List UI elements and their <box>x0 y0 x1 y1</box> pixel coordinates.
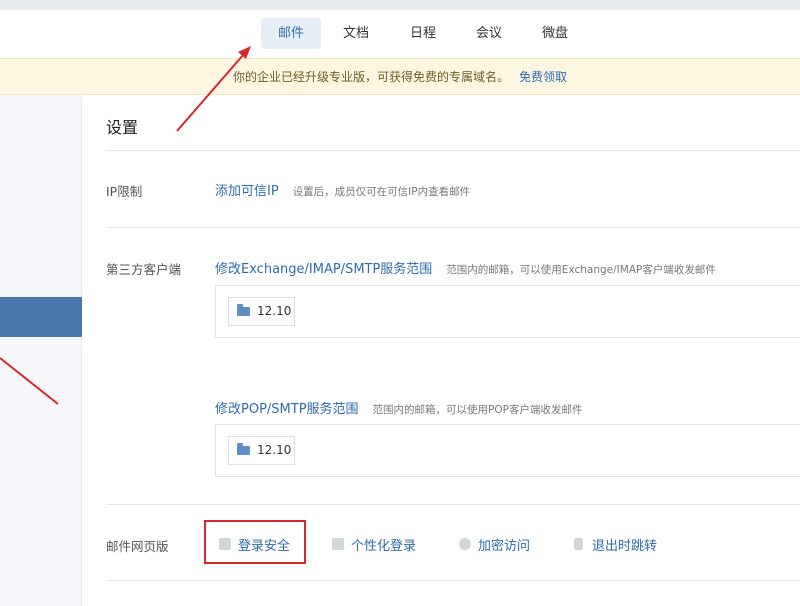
department-tag[interactable]: 12.10 <box>228 436 295 465</box>
tab-meeting[interactable]: 会议 <box>459 18 519 49</box>
folder-icon <box>237 304 250 316</box>
tab-drive[interactable]: 微盘 <box>525 18 585 49</box>
folder-icon <box>237 443 250 455</box>
exit-door-icon <box>574 538 583 550</box>
department-tag[interactable]: 12.10 <box>228 297 295 326</box>
sidebar-item-active[interactable] <box>0 297 82 337</box>
exchange-desc: 范围内的邮箱，可以使用Exchange/IMAP客户端收发邮件 <box>446 264 716 276</box>
ip-desc: 设置后，成员仅可在可信IP内查看邮件 <box>292 186 471 198</box>
third-party-client-label: 第三方客户端 <box>106 262 182 277</box>
encrypted-access-link[interactable]: 加密访问 <box>478 535 530 554</box>
tab-calendar[interactable]: 日程 <box>393 18 453 49</box>
exchange-scope-box: 12.10 <box>215 285 800 338</box>
custom-login-link[interactable]: 个性化登录 <box>351 535 416 554</box>
modify-pop-smtp-link[interactable]: 修改POP/SMTP服务范围 <box>215 402 359 417</box>
tab-mail[interactable]: 邮件 <box>261 18 321 49</box>
divider <box>106 150 800 151</box>
left-sidebar <box>0 95 82 606</box>
claim-free-link[interactable]: 免费领取 <box>519 70 567 84</box>
divider <box>106 580 800 581</box>
ip-restriction-label: IP限制 <box>106 184 143 199</box>
pop-desc: 范围内的邮箱，可以使用POP客户端收发邮件 <box>372 404 583 416</box>
top-nav: 邮件 文档 日程 会议 微盘 <box>0 10 800 58</box>
upgrade-notice: 你的企业已经升级专业版，可获得免费的专属域名。 免费领取 <box>0 58 800 95</box>
highlight-box <box>204 520 306 564</box>
logout-redirect-link[interactable]: 退出时跳转 <box>592 535 657 554</box>
modify-exchange-imap-smtp-link[interactable]: 修改Exchange/IMAP/SMTP服务范围 <box>215 262 432 277</box>
shield-icon <box>459 538 471 550</box>
webmail-label: 邮件网页版 <box>106 539 169 554</box>
page-title: 设置 <box>106 118 139 137</box>
notice-text: 你的企业已经升级专业版，可获得免费的专属域名。 <box>232 70 509 84</box>
department-tag-label: 12.10 <box>257 443 292 457</box>
pop-scope-box: 12.10 <box>215 424 800 477</box>
top-strip <box>0 0 800 10</box>
add-trusted-ip-link[interactable]: 添加可信IP <box>215 184 279 199</box>
tab-docs[interactable]: 文档 <box>326 18 386 49</box>
divider <box>106 504 800 505</box>
divider <box>106 227 800 228</box>
shirt-icon <box>332 538 344 550</box>
department-tag-label: 12.10 <box>257 304 292 318</box>
